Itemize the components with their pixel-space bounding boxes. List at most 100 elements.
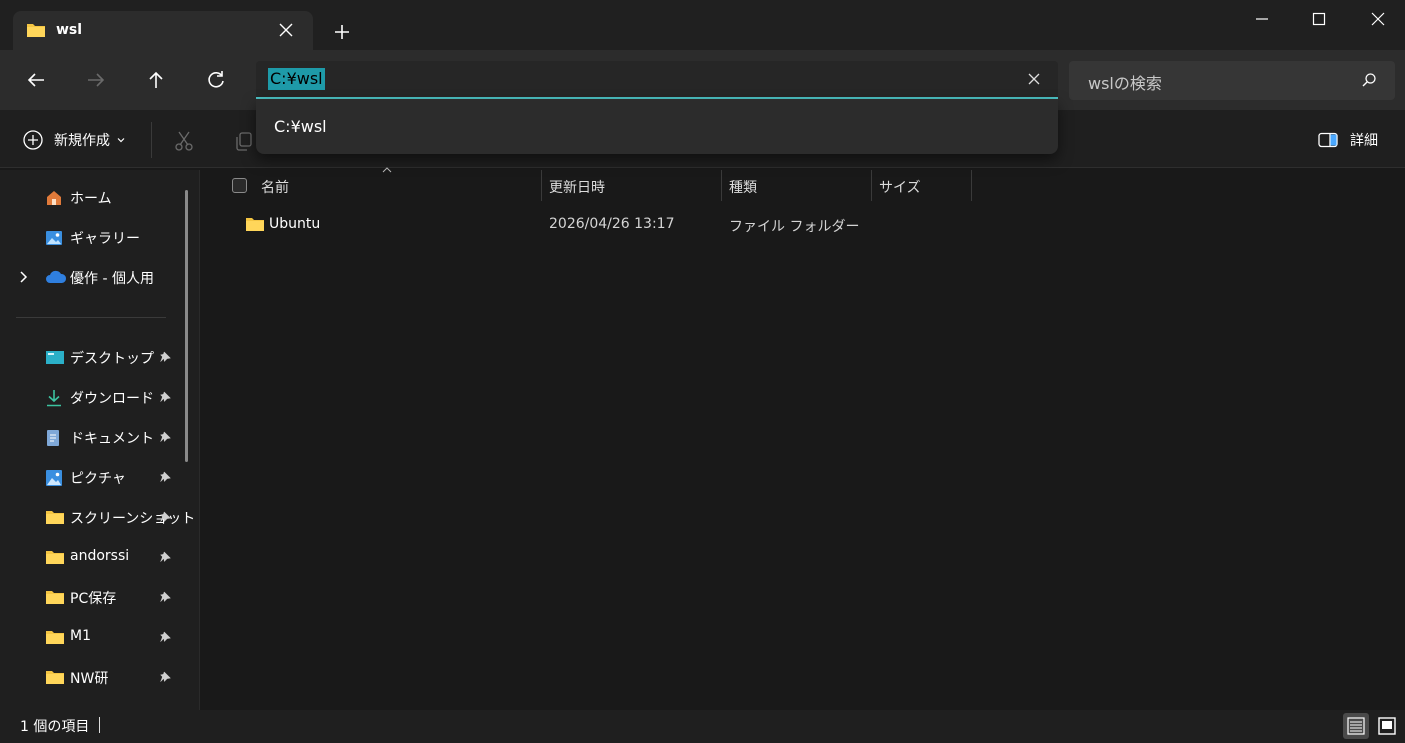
address-suggestions: C:¥wsl (256, 99, 1058, 154)
onedrive-icon (46, 270, 67, 283)
file-name: Ubuntu (269, 216, 321, 232)
search-icon[interactable] (1361, 72, 1377, 88)
pin-icon[interactable] (159, 511, 171, 523)
file-type: ファイル フォルダー (729, 219, 860, 235)
sidebar-item-label: ピクチャ (70, 471, 126, 487)
sidebar-item-label: ギャラリー (70, 231, 140, 247)
minimize-icon[interactable] (1250, 8, 1274, 32)
file-modified: 2026/04/26 13:17 (549, 216, 675, 232)
sidebar-item-label: ドキュメント (70, 431, 154, 447)
forward-icon[interactable] (84, 68, 108, 92)
address-bar[interactable]: C:¥wsl (256, 61, 1058, 99)
new-button-label: 新規作成 (54, 133, 110, 149)
sidebar-item-label: andorssi (70, 548, 130, 564)
refresh-icon[interactable] (204, 68, 228, 92)
status-divider (99, 717, 100, 733)
item-count: 1 個の項目 (20, 719, 90, 735)
pin-icon[interactable] (159, 591, 171, 603)
column-header-name[interactable]: 名前 (201, 167, 542, 201)
column-name-label: 名前 (261, 180, 289, 196)
pin-icon[interactable] (159, 551, 171, 563)
close-tab-icon[interactable] (276, 20, 296, 40)
details-label: 詳細 (1350, 133, 1378, 149)
gallery-icon (46, 231, 62, 245)
sidebar-item-pc-save[interactable]: PC保存 (0, 582, 178, 614)
large-icons-view-button[interactable] (1374, 713, 1400, 739)
sidebar-item-home[interactable]: ホーム (0, 182, 178, 214)
details-pane-icon (1318, 132, 1338, 148)
folder-icon (246, 218, 264, 231)
sidebar-item-label: PC保存 (70, 591, 117, 607)
sidebar-item-desktop[interactable]: デスクトップ (0, 342, 178, 374)
sidebar-item-label: 優作 - 個人用 (70, 271, 154, 287)
column-header-type[interactable]: 種類 (722, 170, 872, 201)
column-size-label: サイズ (879, 180, 921, 196)
sidebar-divider (16, 317, 166, 318)
column-modified-label: 更新日時 (549, 180, 605, 196)
folder-icon (46, 671, 64, 684)
column-type-label: 種類 (729, 180, 757, 196)
title-bar: wsl (0, 0, 1405, 50)
folder-icon (46, 591, 64, 604)
pin-icon[interactable] (159, 431, 171, 443)
status-bar: 1 個の項目 (0, 710, 1405, 743)
sidebar-item-label: NW研 (70, 671, 109, 687)
sidebar-item-screenshots[interactable]: スクリーンショット (0, 502, 195, 534)
sidebar-item-label: ホーム (70, 191, 112, 207)
sidebar-scrollbar[interactable] (185, 190, 188, 462)
pin-icon[interactable] (159, 391, 171, 403)
list-view-icon (1347, 717, 1365, 735)
sidebar-item-gallery[interactable]: ギャラリー (0, 222, 178, 254)
desktop-icon (46, 351, 64, 364)
sidebar-item-label: ダウンロード (70, 391, 154, 407)
chevron-right-icon[interactable] (18, 270, 30, 284)
pin-icon[interactable] (159, 471, 171, 483)
navigation-pane: ホーム ギャラリー 優作 - 個人用 デスクトップ ダウンロード ドキュメント … (0, 170, 200, 710)
chevron-down-icon (117, 138, 125, 143)
close-window-icon[interactable] (1366, 8, 1390, 32)
sidebar-item-nw-lab[interactable]: NW研 (0, 662, 178, 694)
cut-icon[interactable] (173, 130, 195, 152)
pin-icon[interactable] (159, 351, 171, 363)
home-icon (47, 191, 61, 205)
clear-address-icon[interactable] (1026, 71, 1042, 87)
sidebar-item-label: スクリーンショット (70, 511, 196, 527)
folder-icon (46, 511, 64, 524)
new-button[interactable]: 新規作成 (22, 128, 126, 152)
file-list: 名前 更新日時 種類 サイズ Ubuntu 2026/04/26 13:17 フ… (201, 167, 1405, 710)
new-tab-icon[interactable] (330, 20, 354, 44)
add-circle-icon (23, 130, 43, 150)
pin-icon[interactable] (159, 671, 171, 683)
download-icon (47, 390, 61, 407)
sidebar-item-label: M1 (70, 628, 91, 644)
toolbar-divider (151, 122, 152, 158)
back-icon[interactable] (24, 68, 48, 92)
details-pane-button[interactable]: 詳細 (1318, 130, 1378, 150)
pin-icon[interactable] (159, 631, 171, 643)
folder-icon (46, 551, 64, 564)
tab-title: wsl (56, 22, 83, 38)
search-box[interactable]: wslの検索 (1069, 61, 1395, 100)
copy-icon[interactable] (233, 130, 255, 152)
up-icon[interactable] (144, 68, 168, 92)
column-header-size[interactable]: サイズ (872, 170, 972, 201)
address-input-value[interactable]: C:¥wsl (268, 68, 325, 90)
details-view-button[interactable] (1343, 713, 1369, 739)
maximize-icon[interactable] (1307, 8, 1331, 32)
file-row[interactable]: Ubuntu 2026/04/26 13:17 ファイル フォルダー (201, 209, 1405, 241)
sort-ascending-icon (382, 167, 392, 173)
pictures-icon (46, 470, 62, 486)
sidebar-item-andorssi[interactable]: andorssi (0, 542, 178, 574)
sidebar-item-m1[interactable]: M1 (0, 622, 178, 654)
folder-icon (46, 631, 64, 644)
sidebar-item-downloads[interactable]: ダウンロード (0, 382, 178, 414)
folder-icon (27, 24, 45, 37)
sidebar-item-documents[interactable]: ドキュメント (0, 422, 178, 454)
document-icon (47, 430, 59, 446)
tab-wsl[interactable]: wsl (13, 11, 313, 50)
select-all-checkbox[interactable] (232, 178, 247, 193)
sidebar-item-pictures[interactable]: ピクチャ (0, 462, 178, 494)
sidebar-item-onedrive[interactable]: 優作 - 個人用 (0, 262, 178, 294)
suggestion-item[interactable]: C:¥wsl (274, 117, 327, 136)
column-header-modified[interactable]: 更新日時 (542, 170, 722, 201)
